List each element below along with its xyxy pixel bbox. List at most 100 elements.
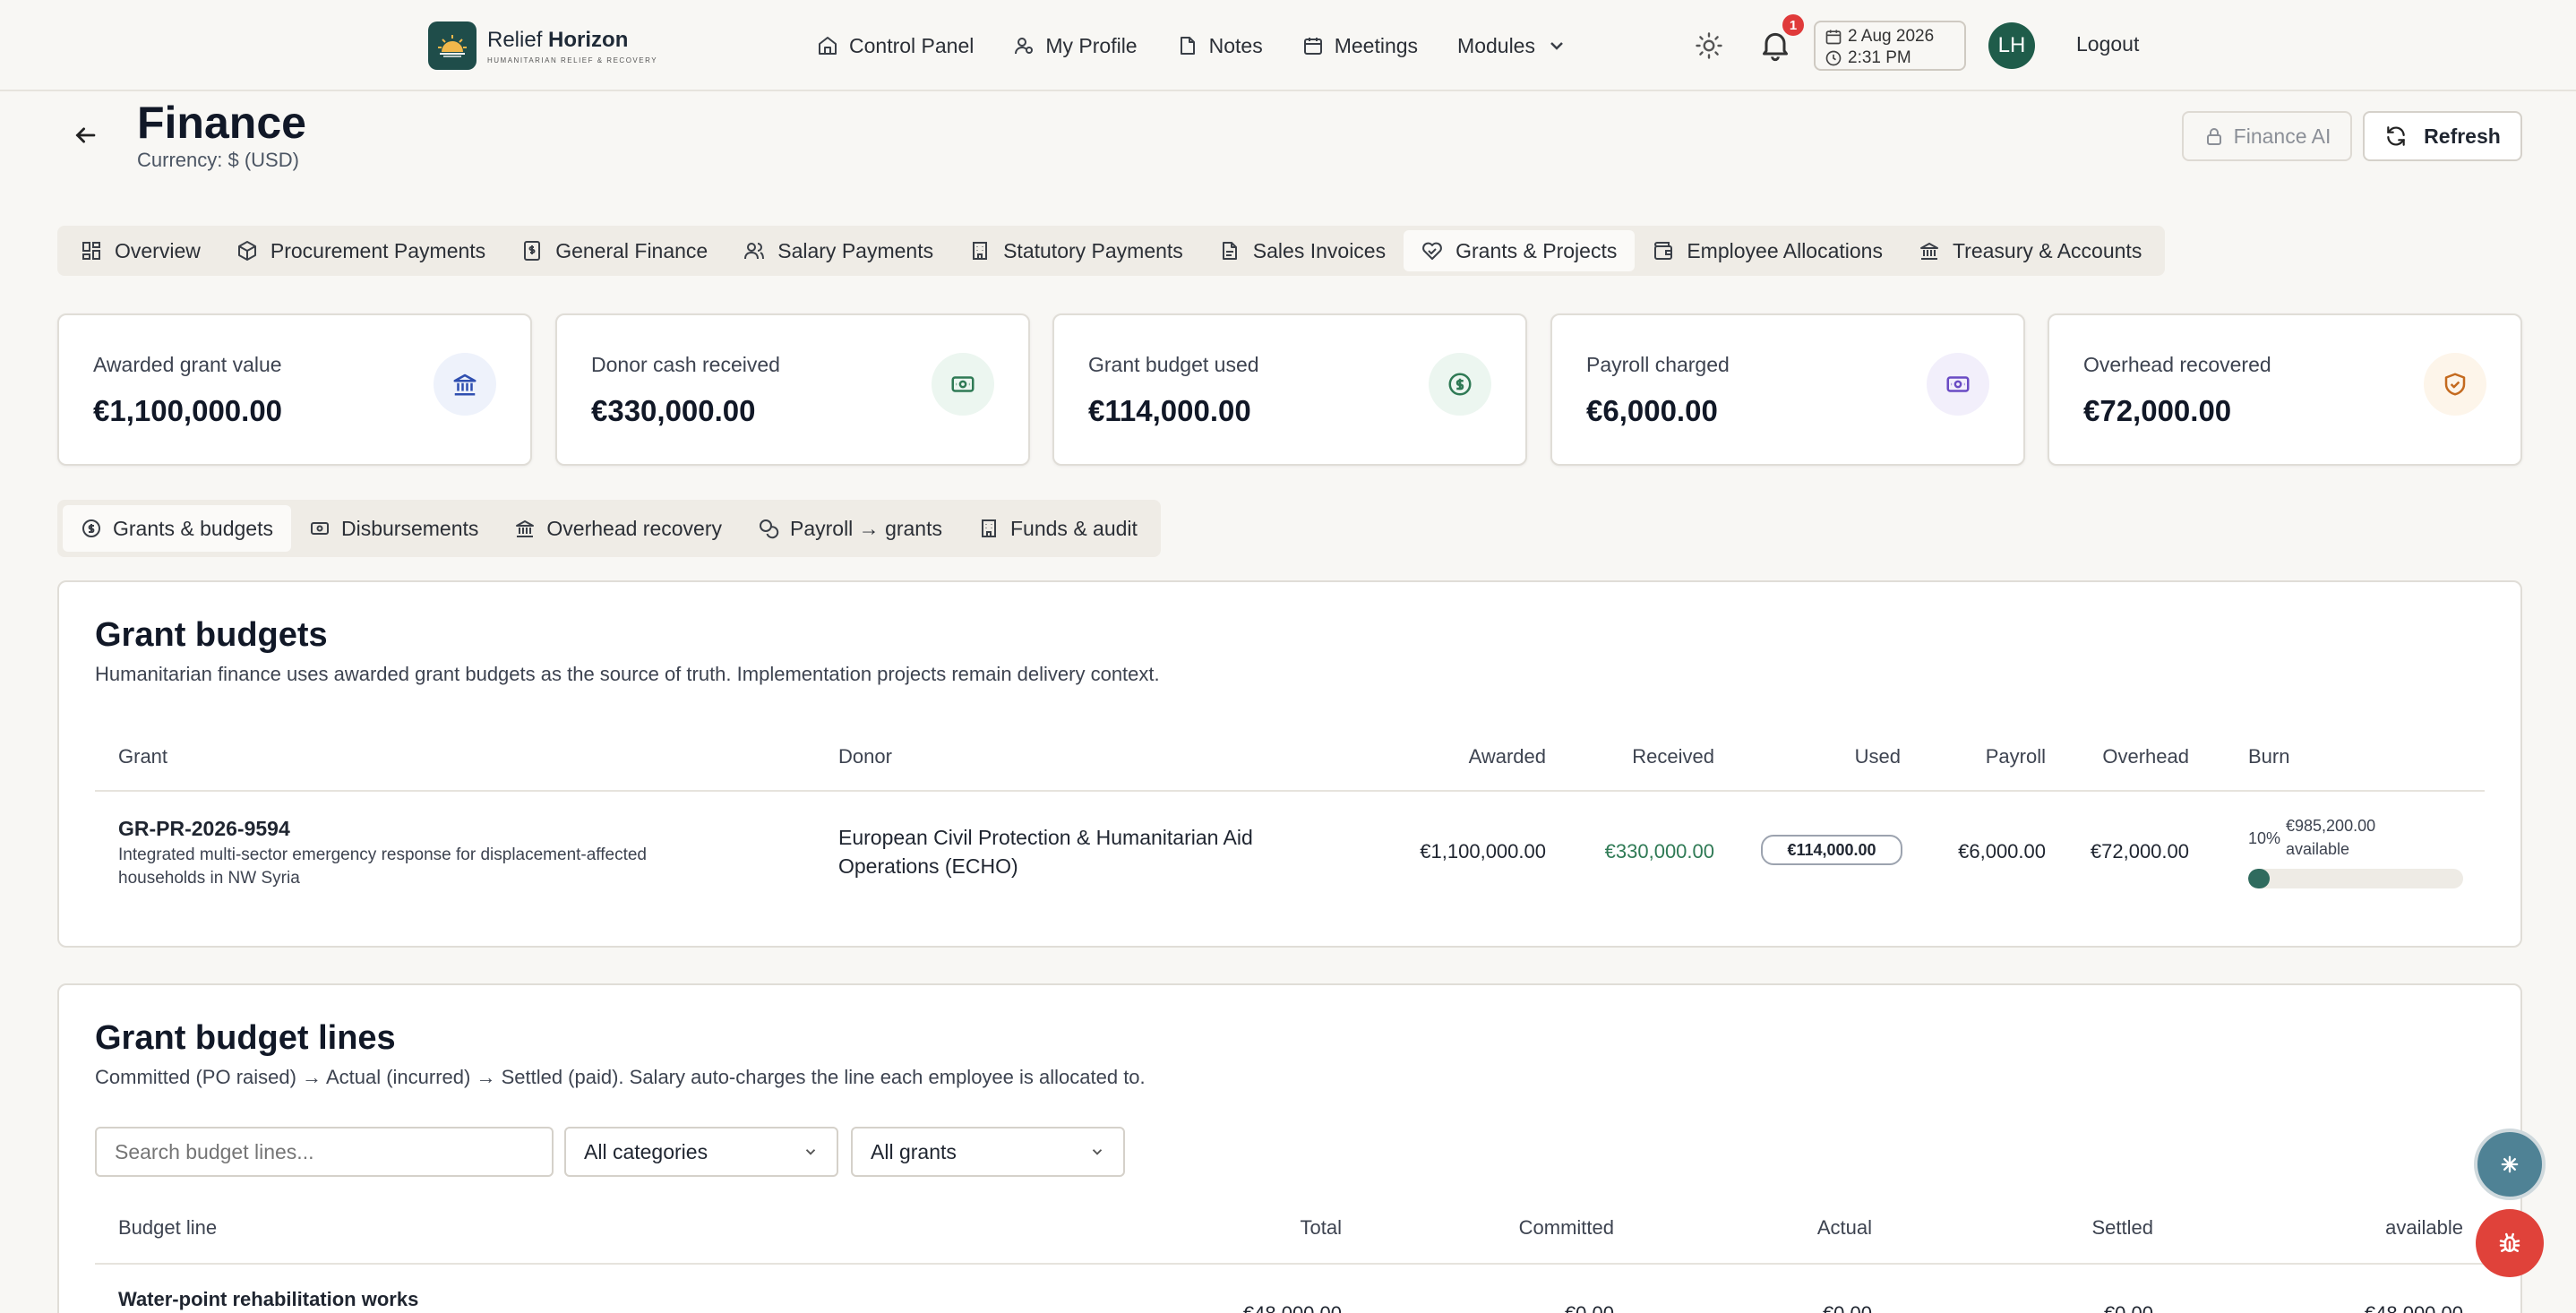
box-icon xyxy=(236,240,258,262)
clock-icon xyxy=(1825,49,1842,67)
column-header-committed[interactable]: Committed xyxy=(1519,1216,1614,1240)
column-header-budget-line[interactable]: Budget line xyxy=(118,1216,217,1240)
back-arrow-icon[interactable] xyxy=(70,120,100,150)
budget-line-total: €48,000.00 xyxy=(1243,1302,1342,1313)
current-date: 2 Aug 2026 xyxy=(1848,27,1935,46)
bank-icon xyxy=(514,518,536,539)
available-amount: €985,200.00 xyxy=(2286,817,2376,835)
table-divider xyxy=(95,790,2485,792)
burn-percentage: 10% xyxy=(2248,829,2281,847)
kpi-label: Grant budget used xyxy=(1088,353,1259,376)
grid-icon xyxy=(81,240,102,262)
building-icon xyxy=(978,518,1000,539)
grant-code[interactable]: GR-PR-2026-9594 xyxy=(118,817,290,841)
tab-salary-payments[interactable]: Salary Payments xyxy=(726,230,951,271)
column-header-grant[interactable]: Grant xyxy=(118,745,167,768)
tab-grants-projects[interactable]: Grants & Projects xyxy=(1404,230,1636,271)
app-logo[interactable]: Relief Horizon HUMANITARIAN RELIEF & REC… xyxy=(428,21,657,70)
logo-name-part-1: Relief xyxy=(487,27,543,52)
tab-overview[interactable]: Overview xyxy=(63,230,219,271)
column-header-received[interactable]: Received xyxy=(1632,745,1714,768)
payroll-value: €6,000.00 xyxy=(1958,840,2046,862)
tab-procurement-payments[interactable]: Procurement Payments xyxy=(219,230,503,271)
theme-toggle-sun-icon[interactable] xyxy=(1693,30,1725,62)
grant-filter-select[interactable]: All grants xyxy=(851,1127,1125,1177)
column-header-settled[interactable]: Settled xyxy=(2092,1216,2154,1240)
tab-label: General Finance xyxy=(555,238,708,262)
search-budget-lines-input[interactable] xyxy=(95,1127,554,1177)
report-bug-button[interactable] xyxy=(2476,1209,2544,1277)
bank-icon xyxy=(434,353,496,416)
budget-line-actual: €0.00 xyxy=(1823,1302,1872,1313)
finance-ai-button[interactable]: Finance AI xyxy=(2182,111,2352,161)
nav-meetings[interactable]: Meetings xyxy=(1283,27,1438,64)
awarded-value: €1,100,000.00 xyxy=(1420,840,1546,862)
grant-budgets-card: Grant budgets Humanitarian finance uses … xyxy=(57,580,2522,948)
column-header-donor[interactable]: Donor xyxy=(838,745,892,768)
nav-label: Meetings xyxy=(1334,33,1419,57)
tab-label: Grants & Projects xyxy=(1455,238,1618,262)
subtab-disbursements[interactable]: Disbursements xyxy=(291,505,496,552)
column-header-burn[interactable]: Burn xyxy=(2248,745,2289,768)
donor-name-line-2: Operations (ECHO) xyxy=(838,854,1018,878)
grant-budget-lines-card: Grant budget lines Committed (PO raised)… xyxy=(57,983,2522,1313)
tab-employee-allocations[interactable]: Employee Allocations xyxy=(1635,230,1901,271)
users-icon xyxy=(743,240,765,262)
user-avatar[interactable]: LH xyxy=(1988,22,2035,69)
refresh-button[interactable]: Refresh xyxy=(2363,111,2522,161)
bug-icon xyxy=(2496,1230,2523,1257)
nav-control-panel[interactable]: Control Panel xyxy=(797,27,993,64)
column-header-available[interactable]: available xyxy=(2385,1216,2463,1240)
refresh-label: Refresh xyxy=(2424,124,2501,148)
notification-count-badge: 1 xyxy=(1782,14,1804,36)
calendar-icon xyxy=(1825,28,1842,46)
lock-icon xyxy=(2203,125,2225,147)
subtab-overhead-recovery[interactable]: Overhead recovery xyxy=(496,505,740,552)
section-title: Grant budget lines xyxy=(95,1019,396,1057)
tab-label: Treasury & Accounts xyxy=(1952,238,2142,262)
category-filter-value: All categories xyxy=(584,1139,708,1163)
column-header-used[interactable]: Used xyxy=(1855,745,1901,768)
invoice-icon xyxy=(1219,240,1241,262)
refresh-icon xyxy=(2384,124,2408,148)
building-icon xyxy=(969,240,991,262)
kpi-overhead-recovered: Overhead recovered €72,000.00 xyxy=(2048,313,2522,466)
tab-treasury-accounts[interactable]: Treasury & Accounts xyxy=(1901,230,2160,271)
banknote-icon xyxy=(1927,353,1989,416)
column-header-payroll[interactable]: Payroll xyxy=(1986,745,2046,768)
kpi-label: Donor cash received xyxy=(591,353,780,376)
column-header-total[interactable]: Total xyxy=(1301,1216,1342,1240)
note-icon xyxy=(1177,35,1198,56)
column-header-overhead[interactable]: Overhead xyxy=(2102,745,2189,768)
burn-progress-bar xyxy=(2248,869,2463,888)
tab-sales-invoices[interactable]: Sales Invoices xyxy=(1201,230,1404,271)
section-subtitle: Committed (PO raised) → Actual (incurred… xyxy=(95,1066,1146,1088)
logo-name: Relief Horizon xyxy=(487,28,657,53)
nav-label: My Profile xyxy=(1045,33,1138,57)
kpi-label: Overhead recovered xyxy=(2083,353,2271,376)
column-header-actual[interactable]: Actual xyxy=(1817,1216,1872,1240)
grants-subtabs: Grants & budgets Disbursements Overhead … xyxy=(57,500,1161,557)
dollar-doc-icon xyxy=(521,240,543,262)
nav-modules-dropdown[interactable]: Modules xyxy=(1438,27,1587,64)
kpi-grant-budget-used: Grant budget used €114,000.00 xyxy=(1052,313,1527,466)
nav-my-profile[interactable]: My Profile xyxy=(993,27,1156,64)
tab-statutory-payments[interactable]: Statutory Payments xyxy=(951,230,1201,271)
chevron-down-icon xyxy=(1089,1144,1105,1160)
tab-general-finance[interactable]: General Finance xyxy=(503,230,726,271)
finance-tabs: Overview Procurement Payments General Fi… xyxy=(57,226,2166,276)
table-divider xyxy=(95,1263,2485,1265)
grant-description-line-1: Integrated multi-sector emergency respon… xyxy=(118,845,648,864)
donor-name-line-1: European Civil Protection & Humanitarian… xyxy=(838,826,1253,849)
subtab-funds-audit[interactable]: Funds & audit xyxy=(960,505,1155,552)
assistant-sparkle-button[interactable] xyxy=(2474,1128,2546,1200)
subtab-payroll-grants[interactable]: Payroll → grants xyxy=(740,505,960,552)
subtab-grants-budgets[interactable]: Grants & budgets xyxy=(63,505,291,552)
currency-label: Currency: $ (USD) xyxy=(137,149,299,171)
tab-label: Employee Allocations xyxy=(1687,238,1883,262)
logout-link[interactable]: Logout xyxy=(2076,32,2139,56)
chevron-down-icon xyxy=(1546,35,1567,56)
column-header-awarded[interactable]: Awarded xyxy=(1469,745,1546,768)
nav-notes[interactable]: Notes xyxy=(1157,27,1283,64)
category-filter-select[interactable]: All categories xyxy=(564,1127,838,1177)
